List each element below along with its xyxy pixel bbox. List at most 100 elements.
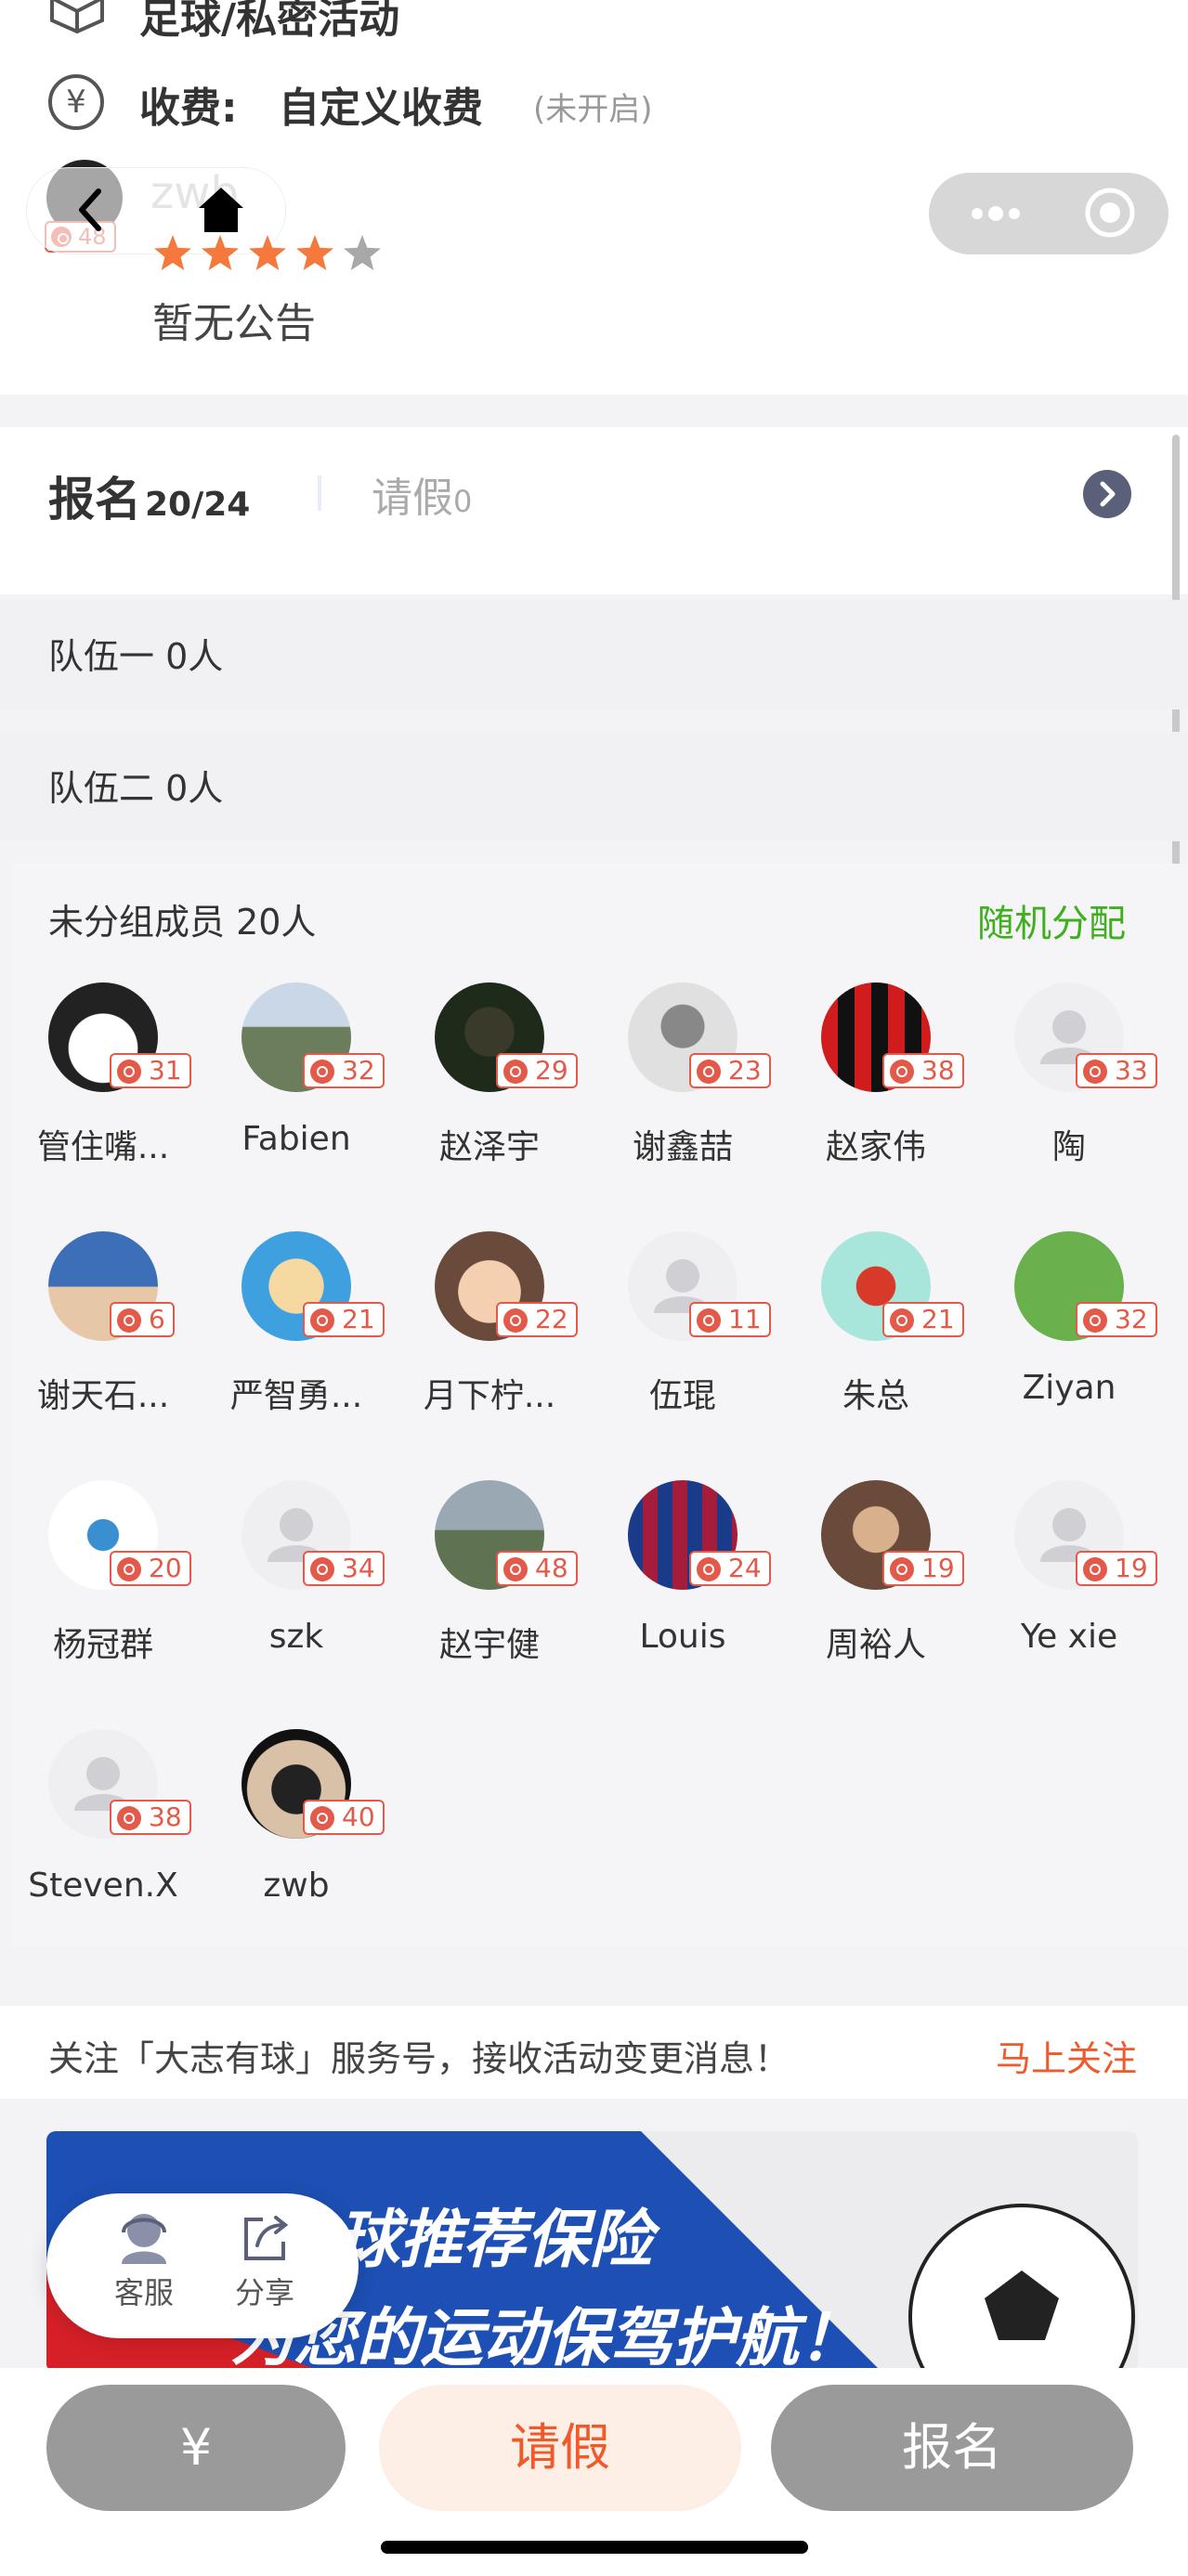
- yuan-icon: ¥: [48, 74, 104, 130]
- close-miniprogram-icon[interactable]: [1083, 186, 1137, 240]
- member-level: 23: [728, 1055, 762, 1086]
- level-icon: [1083, 1308, 1107, 1333]
- member-name: szk: [268, 1618, 324, 1656]
- member-level-badge: 11: [689, 1302, 771, 1337]
- member-level-badge: 20: [110, 1551, 191, 1586]
- member-name: 赵家伟: [825, 1128, 926, 1166]
- follow-text: 关注「大志有球」服务号，接收活动变更消息！: [48, 2038, 790, 2079]
- member-level-badge: 31: [110, 1053, 191, 1088]
- leave-button[interactable]: 请假: [379, 2385, 741, 2511]
- follow-now-link[interactable]: 马上关注: [996, 2030, 1137, 2081]
- home-icon[interactable]: [193, 184, 249, 236]
- member-level: 19: [921, 1553, 955, 1583]
- member-level-badge: 19: [1076, 1551, 1157, 1586]
- pay-button[interactable]: ¥: [46, 2385, 346, 2511]
- tab-signup-label: 报名: [48, 473, 141, 527]
- member-level: 21: [342, 1304, 375, 1334]
- member-level: 20: [149, 1553, 182, 1583]
- home-indicator: [381, 2541, 808, 2554]
- level-icon: [310, 1060, 334, 1084]
- level-icon: [1083, 1557, 1107, 1581]
- level-icon: [697, 1308, 721, 1333]
- signup-count: 20/24: [145, 486, 251, 524]
- member-name: 赵宇健: [438, 1626, 540, 1664]
- team-two-label: 队伍二 0人: [48, 768, 224, 809]
- team-one-label: 队伍一 0人: [48, 636, 224, 677]
- member-level: 22: [535, 1304, 568, 1334]
- more-icon[interactable]: [966, 197, 1031, 230]
- level-icon: [890, 1557, 914, 1581]
- unassigned-title: 未分组成员 20人: [48, 902, 317, 943]
- random-assign-button[interactable]: 随机分配: [977, 893, 1126, 947]
- star-icon: [202, 235, 239, 270]
- member-name: 周裕人: [825, 1626, 926, 1664]
- member-name: Louis: [639, 1618, 726, 1656]
- level-icon: [503, 1557, 528, 1581]
- member-level: 40: [342, 1802, 375, 1832]
- member-name: zwb: [263, 1867, 330, 1905]
- tab-divider: [318, 475, 321, 511]
- tab-signup[interactable]: 报名 20/24: [48, 462, 250, 529]
- member-name: Ye xie: [1020, 1618, 1118, 1656]
- customer-service-icon: [122, 2214, 166, 2264]
- member-name: 朱总: [842, 1377, 909, 1415]
- fee-status: (未开启): [533, 91, 653, 128]
- chevron-right-icon[interactable]: [1083, 470, 1131, 518]
- tab-leave[interactable]: 请假0: [372, 464, 472, 524]
- share-label: 分享: [234, 2275, 294, 2310]
- member-level: 38: [149, 1802, 182, 1832]
- member-name: 管住嘴...: [36, 1128, 170, 1166]
- customer-service-label: 客服: [113, 2275, 174, 2310]
- member-level-badge: 22: [496, 1302, 578, 1337]
- member-level: 33: [1115, 1055, 1148, 1086]
- customer-service-button[interactable]: 客服: [102, 2210, 186, 2322]
- level-icon: [117, 1060, 141, 1084]
- star-icon: [154, 235, 191, 270]
- level-icon: [117, 1308, 141, 1333]
- member-level-badge: 24: [689, 1551, 771, 1586]
- level-icon: [310, 1806, 334, 1830]
- member-level-badge: 33: [1076, 1053, 1157, 1088]
- member-name: Steven.X: [28, 1867, 178, 1905]
- member-level-badge: 38: [882, 1053, 964, 1088]
- member-name: 陶: [1051, 1128, 1086, 1166]
- banner-line1: 球推荐保险: [336, 2204, 653, 2277]
- share-icon: [244, 2216, 289, 2260]
- member-level: 24: [728, 1553, 762, 1583]
- cube-icon: [48, 0, 106, 34]
- floating-menu: [46, 2193, 359, 2338]
- level-icon: [503, 1308, 528, 1333]
- member-name: Ziyan: [1022, 1369, 1116, 1407]
- member-level: 6: [149, 1304, 165, 1334]
- level-icon: [697, 1060, 721, 1084]
- member-level: 38: [921, 1055, 955, 1086]
- level-icon: [890, 1308, 914, 1333]
- level-icon: [117, 1557, 141, 1581]
- member-level-badge: 48: [496, 1551, 578, 1586]
- member-name: 谢天石...: [36, 1377, 170, 1415]
- level-icon: [117, 1806, 141, 1830]
- member-level-badge: 19: [882, 1551, 964, 1586]
- member-level: 34: [342, 1553, 375, 1583]
- back-icon[interactable]: [63, 182, 119, 238]
- member-level-badge: 21: [882, 1302, 964, 1337]
- star-icon: [344, 235, 381, 270]
- share-button[interactable]: 分享: [223, 2210, 307, 2322]
- star-icon: [249, 235, 286, 270]
- signup-button[interactable]: 报名: [771, 2385, 1133, 2511]
- member-name: Fabien: [242, 1120, 351, 1158]
- member-level: 32: [1115, 1304, 1148, 1334]
- level-icon: [503, 1060, 528, 1084]
- member-level-badge: 21: [303, 1302, 385, 1337]
- announcement: 暂无公告: [152, 300, 316, 347]
- level-icon: [310, 1557, 334, 1581]
- member-level: 11: [728, 1304, 762, 1334]
- member-name: 月下柠...: [423, 1377, 556, 1415]
- member-level: 31: [149, 1055, 182, 1086]
- member-name: 赵泽宇: [438, 1128, 540, 1166]
- level-icon: [1083, 1060, 1107, 1084]
- fee-value: 自定义收费: [279, 85, 483, 132]
- fee-label: 收费:: [139, 85, 238, 132]
- leave-count: 0: [453, 484, 473, 519]
- member-level-badge: 34: [303, 1551, 385, 1586]
